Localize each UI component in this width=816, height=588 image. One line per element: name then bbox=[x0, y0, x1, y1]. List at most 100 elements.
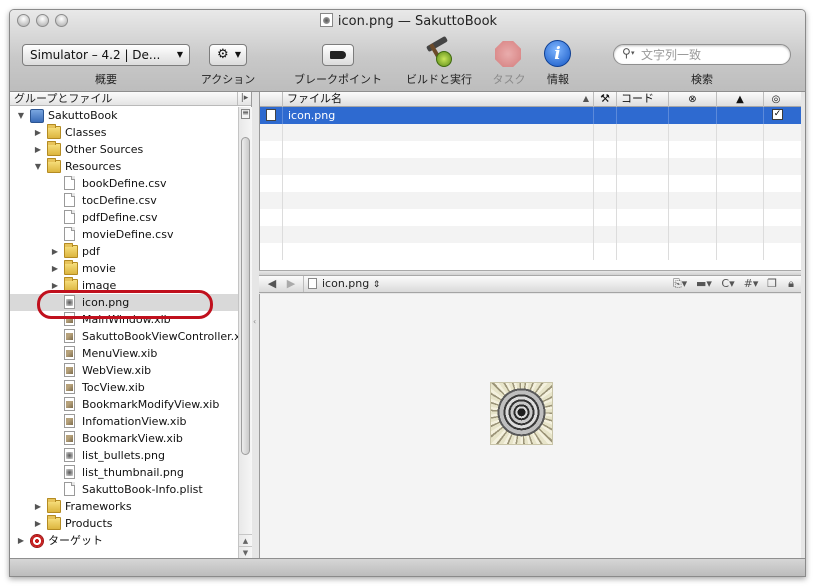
popup-arrow-icon: ▼ bbox=[234, 50, 241, 59]
sidebar-item-products[interactable]: ▶ Products bbox=[10, 515, 238, 532]
lock-icon[interactable]: 🔒︎ bbox=[783, 276, 799, 292]
disclosure-open-icon[interactable]: ▼ bbox=[16, 107, 26, 124]
file-list-row[interactable]: icon.png ✓ bbox=[260, 107, 801, 124]
scrollbar-thumb[interactable] bbox=[241, 137, 250, 455]
build-run-icon[interactable] bbox=[424, 35, 454, 69]
header-filename[interactable]: ファイル名 ▲ bbox=[282, 92, 593, 107]
file-list-filename: icon.png bbox=[288, 109, 336, 122]
class-menu[interactable]: C▾ bbox=[717, 276, 739, 292]
disclosure-closed-icon[interactable]: ▶ bbox=[33, 124, 43, 141]
sidebar-item-label: BookmarkModifyView.xib bbox=[82, 398, 220, 411]
sidebar-item-resources[interactable]: ▼ Resources bbox=[10, 158, 238, 175]
sidebar-item-targets[interactable]: ▶ ターゲット bbox=[10, 532, 238, 549]
png-file-icon bbox=[319, 13, 333, 27]
header-target[interactable]: ◎ bbox=[763, 92, 788, 107]
sidebar-item-movie[interactable]: ▶ movie bbox=[10, 260, 238, 277]
sidebar-item-pdf[interactable]: ▶ pdf bbox=[10, 243, 238, 260]
selection-highlight-ring bbox=[37, 290, 213, 319]
target-membership-icon: ◎ bbox=[771, 94, 781, 105]
window-title: icon.png — SakuttoBook bbox=[10, 13, 805, 29]
sidebar-item-bookmarkview-xib[interactable]: BookmarkView.xib bbox=[10, 430, 238, 447]
project-icon bbox=[30, 109, 44, 123]
xib-file-icon bbox=[64, 397, 75, 411]
includes-menu[interactable]: #▾ bbox=[741, 276, 761, 292]
sidebar-item-tocview-xib[interactable]: TocView.xib bbox=[10, 379, 238, 396]
popup-arrows-icon: ⇕ bbox=[372, 280, 381, 290]
sidebar-item-label: TocView.xib bbox=[82, 381, 145, 394]
bookmarks-menu-icon[interactable]: ⎘▾ bbox=[669, 276, 691, 292]
search-label: 検索 bbox=[691, 73, 713, 86]
sidebar-item-menuview-xib[interactable]: MenuView.xib bbox=[10, 345, 238, 362]
target-checkbox[interactable]: ✓ bbox=[772, 109, 783, 120]
window-title-text: icon.png — SakuttoBook bbox=[337, 14, 498, 29]
folder-icon bbox=[64, 260, 78, 275]
sidebar-item-list-thumbnail-png[interactable]: list_thumbnail.png bbox=[10, 464, 238, 481]
sidebar-item-label: pdfDefine.csv bbox=[82, 211, 158, 224]
sidebar-header-label: グループとファイル bbox=[14, 92, 113, 105]
info-icon[interactable]: i bbox=[544, 40, 571, 67]
back-arrow-icon[interactable]: ◀ bbox=[265, 276, 279, 292]
xib-file-icon bbox=[64, 380, 75, 394]
sidebar-item-list-bullets-png[interactable]: list_bullets.png bbox=[10, 447, 238, 464]
sidebar-item-sakuttobook[interactable]: ▼ SakuttoBook bbox=[10, 107, 238, 124]
disclosure-closed-icon[interactable]: ▶ bbox=[50, 260, 60, 277]
header-filename-label: ファイル名 bbox=[287, 92, 342, 105]
includes-menu-label: # bbox=[743, 277, 753, 290]
sidebar-item-pdfdefine-csv[interactable]: pdfDefine.csv bbox=[10, 209, 238, 226]
scroll-down-arrow-icon[interactable]: ▼ bbox=[239, 546, 252, 558]
sidebar-item-tocdefine-csv[interactable]: tocDefine.csv bbox=[10, 192, 238, 209]
header-build[interactable]: ⚒ bbox=[593, 92, 616, 107]
breakpoints-button[interactable] bbox=[322, 44, 354, 66]
sidebar-item-label: Resources bbox=[65, 160, 122, 173]
breakpoints-menu-icon[interactable]: ▬▾ bbox=[693, 276, 715, 292]
header-icon-column[interactable] bbox=[260, 92, 282, 107]
folder-icon bbox=[47, 498, 61, 513]
split-view-icon[interactable]: ≡ bbox=[241, 109, 250, 119]
file-icon bbox=[64, 482, 75, 496]
search-input[interactable] bbox=[641, 47, 781, 63]
disclosure-closed-icon[interactable]: ▶ bbox=[33, 141, 43, 158]
sidebar-item-other-sources[interactable]: ▶ Other Sources bbox=[10, 141, 238, 158]
sidebar-item-bookmarkmodifyview-xib[interactable]: BookmarkModifyView.xib bbox=[10, 396, 238, 413]
file-list-empty-row bbox=[260, 192, 801, 209]
header-warnings[interactable]: ▲ bbox=[716, 92, 763, 107]
breakpoint-icon bbox=[330, 51, 346, 59]
file-list-empty-row bbox=[260, 226, 801, 243]
forward-arrow-icon[interactable]: ▶ bbox=[284, 276, 298, 292]
scheme-popup[interactable]: Simulator – 4.2 | De... ▼ bbox=[22, 44, 190, 66]
disclosure-open-icon[interactable]: ▼ bbox=[33, 158, 43, 175]
sidebar-item-infomationview-xib[interactable]: InfomationView.xib bbox=[10, 413, 238, 430]
sidebar-item-label: Frameworks bbox=[65, 500, 132, 513]
groups-files-sidebar: グループとファイル |▸ ▼ SakuttoBook ▶ Classes ▶ Other … bbox=[10, 92, 252, 558]
disclosure-closed-icon[interactable]: ▶ bbox=[16, 532, 26, 549]
header-errors[interactable]: ⊗ bbox=[668, 92, 716, 107]
counterpart-icon[interactable]: ❐ bbox=[764, 276, 780, 292]
sidebar-item-frameworks[interactable]: ▶ Frameworks bbox=[10, 498, 238, 515]
search-field[interactable]: ⚲ ▾ bbox=[613, 44, 791, 65]
class-menu-label: C bbox=[721, 277, 730, 290]
scroll-up-arrow-icon[interactable]: ▲ bbox=[239, 534, 252, 546]
sidebar-item-label: list_thumbnail.png bbox=[82, 466, 184, 479]
file-list-rows: icon.png ✓ bbox=[260, 107, 801, 260]
stop-icon[interactable] bbox=[495, 41, 521, 67]
disclosure-closed-icon[interactable]: ▶ bbox=[33, 515, 43, 532]
sidebar-scrollbar[interactable]: ≡ ▲ ▼ bbox=[238, 107, 252, 558]
sidebar-item-moviedefine-csv[interactable]: movieDefine.csv bbox=[10, 226, 238, 243]
file-popup[interactable]: icon.png ⇕ bbox=[322, 276, 380, 293]
header-code[interactable]: コード bbox=[616, 92, 668, 107]
sidebar-item-sakuttobook-info-plist[interactable]: SakuttoBook-Info.plist bbox=[10, 481, 238, 498]
file-list-header: ファイル名 ▲ ⚒ コード ⊗ ▲ ◎ bbox=[260, 92, 801, 107]
sidebar-item-webview-xib[interactable]: WebView.xib bbox=[10, 362, 238, 379]
xcode-window: icon.png — SakuttoBook Simulator – 4.2 |… bbox=[9, 9, 806, 577]
column-resize-icon[interactable]: |▸ bbox=[237, 92, 251, 105]
sidebar-item-label: SakuttoBook-Info.plist bbox=[82, 483, 203, 496]
xib-file-icon bbox=[64, 363, 75, 377]
sidebar-item-label: InfomationView.xib bbox=[82, 415, 187, 428]
sidebar-item-label: SakuttoBookViewController.xib bbox=[82, 330, 238, 343]
sidebar-item-classes[interactable]: ▶ Classes bbox=[10, 124, 238, 141]
action-button[interactable]: ⚙ ▼ bbox=[209, 44, 247, 66]
disclosure-closed-icon[interactable]: ▶ bbox=[50, 243, 60, 260]
sidebar-item-bookdefine-csv[interactable]: bookDefine.csv bbox=[10, 175, 238, 192]
disclosure-closed-icon[interactable]: ▶ bbox=[33, 498, 43, 515]
sidebar-item-sakuttobookviewcontroller-xib[interactable]: SakuttoBookViewController.xib bbox=[10, 328, 238, 345]
